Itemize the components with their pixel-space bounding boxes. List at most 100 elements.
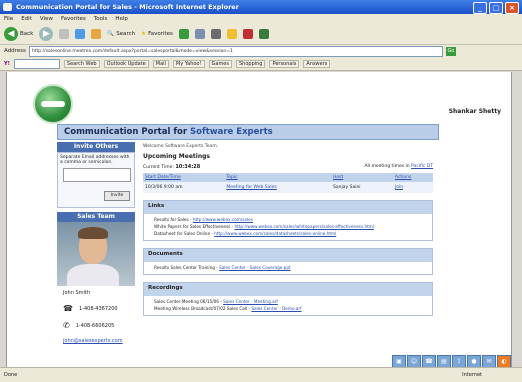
favorites-button[interactable]: ★ Favorites: [141, 31, 173, 37]
recordings-title: Recordings: [144, 283, 432, 296]
mail-icon[interactable]: [194, 29, 205, 39]
print-icon[interactable]: [210, 29, 221, 39]
meeting-host: Sanjay Saini: [331, 182, 393, 193]
menu-tools[interactable]: Tools: [94, 14, 108, 24]
forward-button[interactable]: ▶: [39, 27, 54, 41]
current-time-row: Current Time: 10:34:28 All meeting times…: [143, 164, 433, 170]
history-icon[interactable]: [178, 29, 189, 39]
maximize-button[interactable]: □: [489, 2, 503, 14]
meeting-tray: ▣ ☺ ☎ ▤ ⇪ ● ✉ ◐: [392, 355, 511, 369]
sales-rep-name: John Smith: [63, 290, 91, 296]
banner-prefix: Communication Portal for: [64, 127, 191, 137]
close-button[interactable]: ×: [505, 2, 519, 14]
current-time-label: Current Time:: [143, 165, 174, 170]
list-item: Results for Sales - http://www.webex.com…: [154, 216, 432, 223]
window-title: Communication Portal for Sales - Microso…: [16, 3, 239, 11]
address-bar: Address http://salesonline.meetme.com/de…: [0, 45, 522, 57]
meeting-start: 10/3/06 9:00 am: [143, 182, 225, 193]
upcoming-meetings-title: Upcoming Meetings: [143, 153, 210, 160]
back-button[interactable]: ◀ Back: [4, 27, 33, 41]
phone-icon: ☎: [63, 304, 73, 313]
toolbar-search-input[interactable]: [13, 58, 60, 69]
link-mail[interactable]: Mail: [152, 59, 169, 68]
address-label: Address: [4, 48, 26, 54]
status-bar: Done Internet: [0, 367, 522, 382]
link-url[interactable]: http://www.webex.com/sales/whitepapers/s…: [234, 224, 374, 229]
star-icon: ★: [141, 31, 147, 37]
sales-rep-email[interactable]: john@salesexperts.com: [63, 338, 129, 344]
banner-company: Software Experts: [190, 127, 273, 137]
stop-icon[interactable]: [59, 29, 70, 39]
link-personals[interactable]: Personals: [269, 59, 300, 68]
search-web-button[interactable]: Search Web: [63, 59, 100, 68]
folder-icon[interactable]: [226, 29, 237, 39]
col-start[interactable]: Start Date/Time: [143, 173, 225, 182]
list-item: Sales Center Meeting 06/15/06 - Sales Ce…: [154, 298, 432, 305]
links-title: Links: [144, 201, 432, 214]
invite-button[interactable]: Invite: [104, 191, 130, 201]
link-games[interactable]: Games: [208, 59, 232, 68]
refresh-icon[interactable]: [75, 29, 86, 39]
search-button[interactable]: 🔍 Search: [107, 31, 135, 37]
phone-row-2: ✆ 1-408-6606205: [63, 321, 129, 330]
recording-link[interactable]: Sales Center - Demo.arf: [251, 306, 301, 311]
table-row: 10/3/06 9:00 am Meeting for Web Sales Sa…: [143, 182, 433, 193]
document-link[interactable]: Sales Center - Sales Coverage.ppt: [219, 265, 291, 270]
webex-logo: [33, 84, 73, 124]
yahoo-logo-icon: Y!: [4, 60, 10, 67]
sales-team-title: Sales Team: [57, 212, 135, 222]
home-icon[interactable]: [91, 29, 102, 39]
link-answers[interactable]: Answers: [303, 59, 331, 68]
list-item: White Papers for Sales Effectiveness - h…: [154, 223, 432, 230]
menu-edit[interactable]: Edit: [21, 14, 32, 24]
col-actions[interactable]: Actions: [392, 173, 433, 182]
meetings-header-row: Start Date/Time Topic Host Actions: [143, 173, 433, 182]
ie-app-icon: [3, 3, 12, 11]
link-my-yahoo[interactable]: My Yahoo!: [172, 59, 205, 68]
invite-email-input[interactable]: [63, 168, 131, 182]
minimize-button[interactable]: _: [473, 2, 487, 14]
documents-title: Documents: [144, 249, 432, 262]
menu-bar: File Edit View Favorites Tools Help: [0, 14, 522, 24]
menu-file[interactable]: File: [4, 14, 13, 24]
menu-favorites[interactable]: Favorites: [61, 14, 86, 24]
timezone-link[interactable]: Pacific DT: [411, 164, 433, 169]
col-topic[interactable]: Topic: [224, 173, 332, 182]
sales-rep-photo: [57, 222, 135, 286]
menu-view[interactable]: View: [40, 14, 53, 24]
current-time-value: 10:34:28: [175, 164, 201, 170]
browser-toolbar: ◀ Back ▶ 🔍 Search ★ Favorites: [0, 24, 522, 45]
list-item: Datasheet for Sales Online - http://www.…: [154, 230, 432, 237]
links-toolbar: Y! Search Web Outlook Update Mail My Yah…: [0, 57, 522, 71]
welcome-text: Welcome Software Experts Team.: [143, 144, 219, 149]
timezone-note: All meeting times in: [364, 164, 410, 169]
phone-number-1: 1-408-4367200: [78, 305, 118, 312]
menu-help[interactable]: Help: [115, 14, 128, 24]
sales-contact: John Smith ☎ 1-408-4367200 ✆ 1-408-6606205…: [57, 286, 135, 356]
research-icon[interactable]: [258, 29, 269, 39]
invite-panel: Separate Email addresses with a comma or…: [57, 152, 135, 208]
search-icon: 🔍: [107, 31, 115, 37]
link-url[interactable]: http://www.webex.com/sales: [193, 217, 253, 222]
link-outlook-update[interactable]: Outlook Update: [103, 59, 149, 68]
status-text: Done: [4, 372, 18, 378]
documents-section: Documents Results Sales Center Training …: [143, 248, 433, 275]
zone-indicator: Internet: [462, 372, 482, 378]
back-arrow-icon: ◀: [4, 27, 18, 41]
join-link[interactable]: Join: [395, 185, 403, 190]
link-url[interactable]: http://www.webex.com/sales/datasheets/sa…: [214, 231, 336, 236]
recording-link[interactable]: Sales Center - Meeting.arf: [223, 299, 278, 304]
portal-banner: Communication Portal for Software Expert…: [57, 124, 439, 140]
list-item: Results Sales Center Training - Sales Ce…: [154, 264, 432, 271]
phone-number-2: 1-408-6606205: [75, 322, 115, 329]
go-button[interactable]: Go: [445, 46, 456, 56]
link-shopping[interactable]: Shopping: [236, 59, 266, 68]
messenger-icon[interactable]: [242, 29, 253, 39]
col-host[interactable]: Host: [331, 173, 393, 182]
address-input[interactable]: http://salesonline.meetme.com/default.as…: [28, 45, 443, 57]
invite-title: Invite Others: [57, 142, 135, 152]
meetings-table: Start Date/Time Topic Host Actions 10/3/…: [143, 173, 433, 193]
user-name: Shankar Shetty: [448, 108, 501, 115]
meeting-topic-link[interactable]: Meeting for Web Sales: [226, 185, 276, 190]
sidebar: Invite Others Separate Email addresses w…: [57, 142, 135, 356]
